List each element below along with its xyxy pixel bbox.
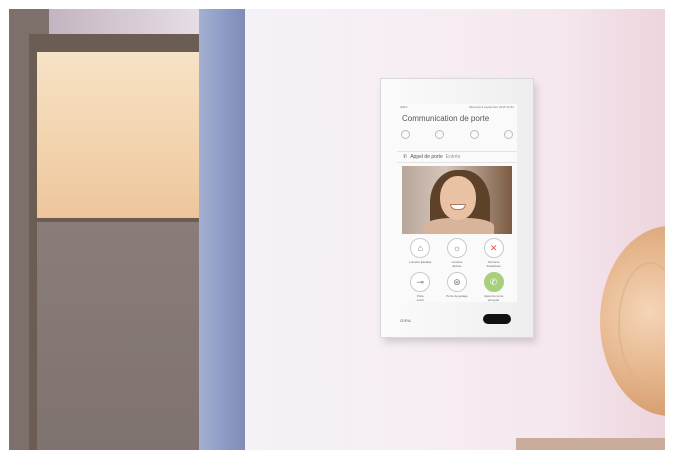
status-datetime: Mercredi 9 septembre 2015 10:42 (468, 105, 514, 109)
panel-brand-logo: GIRA (400, 318, 411, 323)
door-call-notification[interactable]: ✆ Appel de porte Entrée (397, 151, 517, 163)
action-cell[interactable]: ⌂ Lumière Escalier (402, 238, 439, 268)
action-cell[interactable]: ☼ Lumière Entrée (439, 238, 476, 268)
panel-sensor (483, 314, 511, 324)
action-label: Porte de garage (446, 294, 468, 302)
nav-icon-row (401, 130, 513, 139)
status-left: GIRA (400, 105, 408, 109)
door-camera-video (402, 166, 512, 234)
action-label: Lumière Entrée (452, 260, 463, 268)
action-label: Porte ouvrir (417, 294, 425, 302)
phone-icon[interactable]: ✆ (483, 272, 504, 292)
action-label: Appel de porte accepter (484, 294, 504, 302)
window-lower-pane (37, 222, 199, 450)
touch-screen[interactable]: GIRA Mercredi 9 septembre 2015 10:42 Com… (397, 104, 517, 302)
room-scene: GIRA GIRA Mercredi 9 septembre 2015 10:4… (0, 0, 673, 459)
notification-text: Appel de porte (410, 154, 443, 160)
action-cell[interactable]: ✕ Sonnerie désactivée (475, 238, 512, 268)
action-button-grid: ⌂ Lumière Escalier ☼ Lumière Entrée ✕ Sonnerie… (402, 238, 512, 302)
action-label: Sonnerie désactivée (486, 260, 500, 268)
notification-location: Entrée (445, 154, 461, 160)
action-cell[interactable]: ⊸ Porte ouvrir (402, 272, 439, 302)
vase-detail (618, 262, 673, 386)
garage-icon[interactable]: ⊛ (446, 272, 467, 292)
phone-icon: ✆ (403, 154, 408, 160)
action-cell[interactable]: ⊛ Porte de garage (439, 272, 476, 302)
action-label-sub: ouvrir (416, 298, 425, 302)
bell-off-icon[interactable]: ✕ (483, 238, 504, 258)
back-icon[interactable] (401, 130, 410, 139)
visitor-face (440, 176, 476, 220)
wall-pillar (199, 9, 245, 450)
action-label-main: Porte de garage (446, 294, 468, 298)
status-bar: GIRA Mercredi 9 septembre 2015 10:42 (397, 105, 517, 110)
bulb-icon[interactable]: ☼ (446, 238, 467, 258)
action-label-sub: désactivée (486, 264, 501, 268)
menu-icon[interactable] (503, 130, 513, 139)
action-label-sub: Entrée (452, 264, 462, 268)
settings-icon[interactable] (435, 130, 445, 139)
key-icon[interactable]: ⊸ (410, 272, 431, 292)
action-cell[interactable]: ✆ Appel de porte accepter (475, 272, 512, 302)
action-label-sub: accepter (487, 298, 500, 302)
camera-icon[interactable]: ⌂ (410, 238, 431, 258)
window-pane (37, 52, 199, 218)
screen-title: Communication de porte (402, 114, 490, 123)
action-label: Lumière Escalier (409, 260, 431, 268)
visitor-shoulders (424, 218, 494, 234)
action-label-main: Lumière Escalier (409, 260, 432, 264)
globe-icon[interactable] (469, 130, 479, 139)
shelf (516, 438, 665, 450)
